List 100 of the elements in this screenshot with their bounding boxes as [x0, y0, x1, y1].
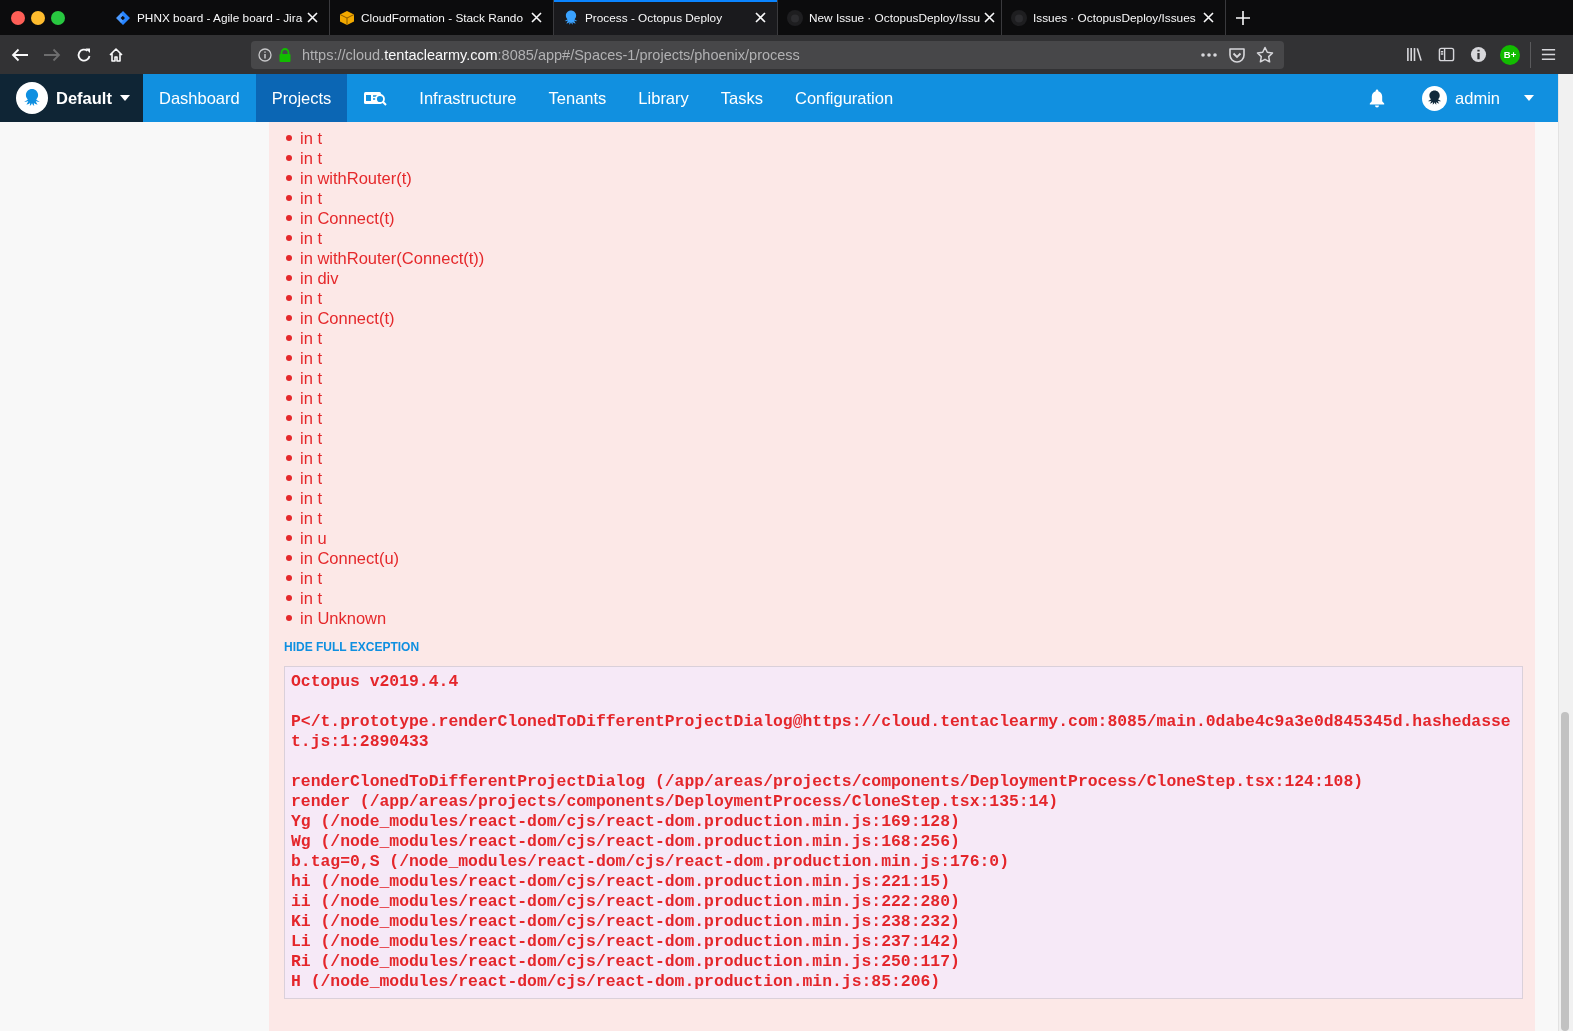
url-text: https://cloud.tentaclearmy.com:8085/app#/Spaces-1/projects/phoenix/process	[302, 46, 800, 63]
component-stack-item: in t	[300, 588, 322, 608]
component-stack-item: in t	[300, 508, 322, 528]
browser-tab[interactable]: Process - Octopus Deploy	[554, 0, 778, 35]
version-text: Octopus v2019.4.4	[291, 672, 460, 692]
bullet-icon	[286, 315, 292, 321]
nav-tab[interactable]: Configuration	[779, 74, 910, 122]
stack-trace-line: renderClonedToDifferentProjectDialog (/app/areas/projects/components/DeploymentProcess/CloneStep.tsx:124:108)	[291, 772, 1365, 792]
minimize-window-icon[interactable]	[31, 10, 45, 25]
component-stack-item: in t	[300, 188, 322, 208]
component-stack-item: in Connect(u)	[300, 548, 400, 568]
lock-icon[interactable]	[278, 47, 292, 62]
bullet-icon	[286, 275, 292, 281]
home-icon[interactable]	[108, 46, 124, 63]
component-stack-item: in t	[300, 328, 322, 348]
close-icon[interactable]	[307, 12, 318, 23]
component-stack-item: in t	[300, 128, 322, 148]
bullet-icon	[286, 535, 292, 541]
bullet-icon	[286, 515, 292, 521]
bullet-icon	[286, 555, 292, 561]
component-stack-item: in withRouter(t)	[300, 168, 412, 188]
hide-exception-link[interactable]: HIDE FULL EXCEPTION	[284, 639, 420, 655]
user-name[interactable]: admin	[1455, 88, 1500, 108]
stack-trace-line: Ri (/node_modules/react-dom/cjs/react-dom.production.min.js:250:117)	[291, 952, 961, 972]
menu-icon[interactable]	[1539, 46, 1557, 63]
stack-trace-line: Wg (/node_modules/react-dom/cjs/react-dom.production.min.js:168:256)	[291, 832, 961, 852]
bullet-icon	[286, 455, 292, 461]
diamond-logo-icon	[115, 9, 131, 26]
bullet-icon	[286, 335, 292, 341]
nav-tab[interactable]: Library	[622, 74, 705, 122]
close-icon[interactable]	[531, 12, 542, 23]
component-stack-item: in t	[300, 368, 322, 388]
component-stack-item: in t	[300, 488, 322, 508]
bullet-icon	[286, 255, 292, 261]
component-stack-item: in Connect(t)	[300, 308, 395, 328]
stack-trace-line: P</t.prototype.renderClonedToDifferentProjectDialog@https://cloud.tentaclearmy.com:8085/main.0dabe4c9a3e0d845345d.hashedasset.js:1:2890433	[291, 712, 1512, 752]
scrollbar-thumb[interactable]	[1561, 712, 1569, 1031]
nav-tab[interactable]: Projects	[255, 74, 348, 122]
component-stack-item: in div	[300, 268, 339, 288]
bullet-icon	[286, 615, 292, 621]
nav-tab[interactable]: Dashboard	[143, 74, 256, 122]
extension-badge[interactable]: B+	[1500, 44, 1520, 65]
bell-icon[interactable]	[1368, 88, 1387, 108]
bullet-icon	[286, 155, 292, 161]
bullet-icon	[286, 135, 292, 141]
stack-trace-line: render (/app/areas/projects/components/DeploymentProcess/CloneStep.tsx:135:14)	[291, 792, 1060, 812]
site-logo-icon	[787, 9, 803, 26]
stack-trace-line: Li (/node_modules/react-dom/cjs/react-dom.production.min.js:237:142)	[291, 932, 961, 952]
sidebar-icon[interactable]	[1437, 46, 1455, 63]
close-icon[interactable]	[755, 12, 766, 23]
nav-tab[interactable]: Tasks	[704, 74, 779, 122]
bullet-icon	[286, 235, 292, 241]
maximize-window-icon[interactable]	[51, 10, 65, 25]
nav-tab[interactable]: Infrastructure	[403, 74, 533, 122]
info-icon[interactable]	[258, 47, 272, 62]
info-circle-icon[interactable]	[1469, 46, 1487, 63]
stack-trace-line: hi (/node_modules/react-dom/cjs/react-dom.production.min.js:221:15)	[291, 872, 951, 892]
bullet-icon	[286, 595, 292, 601]
nav-tab[interactable]: Tenants	[532, 74, 623, 122]
stack-trace-line: Ki (/node_modules/react-dom/cjs/react-dom.production.min.js:238:232)	[291, 912, 961, 932]
octopus-logo-icon	[16, 82, 48, 114]
component-stack-item: in t	[300, 568, 322, 588]
component-stack-item: in t	[300, 388, 322, 408]
space-switcher[interactable]: Default	[0, 74, 143, 122]
avatar-icon[interactable]	[1422, 85, 1448, 111]
component-stack-item: in t	[300, 288, 322, 308]
close-icon[interactable]	[984, 12, 996, 23]
bullet-icon	[286, 575, 292, 581]
component-stack-item: in withRouter(Connect(t))	[300, 248, 485, 268]
stack-trace-line: Yg (/node_modules/react-dom/cjs/react-dom.production.min.js:169:128)	[291, 812, 961, 832]
component-stack-item: in t	[300, 148, 322, 168]
stack-trace-line: b.tag=0,S (/node_modules/react-dom/cjs/react-dom.production.min.js:176:0)	[291, 852, 1011, 872]
bullet-icon	[286, 355, 292, 361]
space-name: Default	[56, 88, 112, 108]
caret-icon[interactable]	[1524, 95, 1534, 101]
chevron-shield-icon[interactable]	[1228, 45, 1246, 64]
caret-icon	[119, 95, 130, 101]
component-stack-item: in t	[300, 468, 322, 488]
bullet-icon	[286, 435, 292, 441]
component-stack-item: in t	[300, 228, 322, 248]
reload-icon[interactable]	[76, 46, 92, 63]
stack-trace-line: ii (/node_modules/react-dom/cjs/react-dom.production.min.js:222:280)	[291, 892, 961, 912]
star-icon[interactable]	[1256, 45, 1274, 64]
library-icon[interactable]	[1405, 46, 1423, 63]
bullet-icon	[286, 375, 292, 381]
component-stack-item: in t	[300, 348, 322, 368]
component-stack-item: in Connect(t)	[300, 208, 395, 228]
component-stack-item: in t	[300, 408, 322, 428]
bullet-icon	[286, 475, 292, 481]
bullet-icon	[286, 415, 292, 421]
close-icon[interactable]	[1203, 12, 1214, 23]
bullet-icon	[286, 295, 292, 301]
component-stack-item: in t	[300, 428, 322, 448]
stack-trace-line: H (/node_modules/react-dom/cjs/react-dom.production.min.js:85:206)	[291, 972, 942, 992]
box-icon	[339, 9, 355, 26]
bullet-icon	[286, 215, 292, 221]
address-field[interactable]: https://cloud.tentaclearmy.com:8085/app#/Spaces-1/projects/phoenix/process	[251, 40, 1284, 69]
component-stack-item: in t	[300, 448, 322, 468]
new-tab-icon[interactable]	[1236, 10, 1250, 25]
close-window-icon[interactable]	[11, 10, 25, 25]
